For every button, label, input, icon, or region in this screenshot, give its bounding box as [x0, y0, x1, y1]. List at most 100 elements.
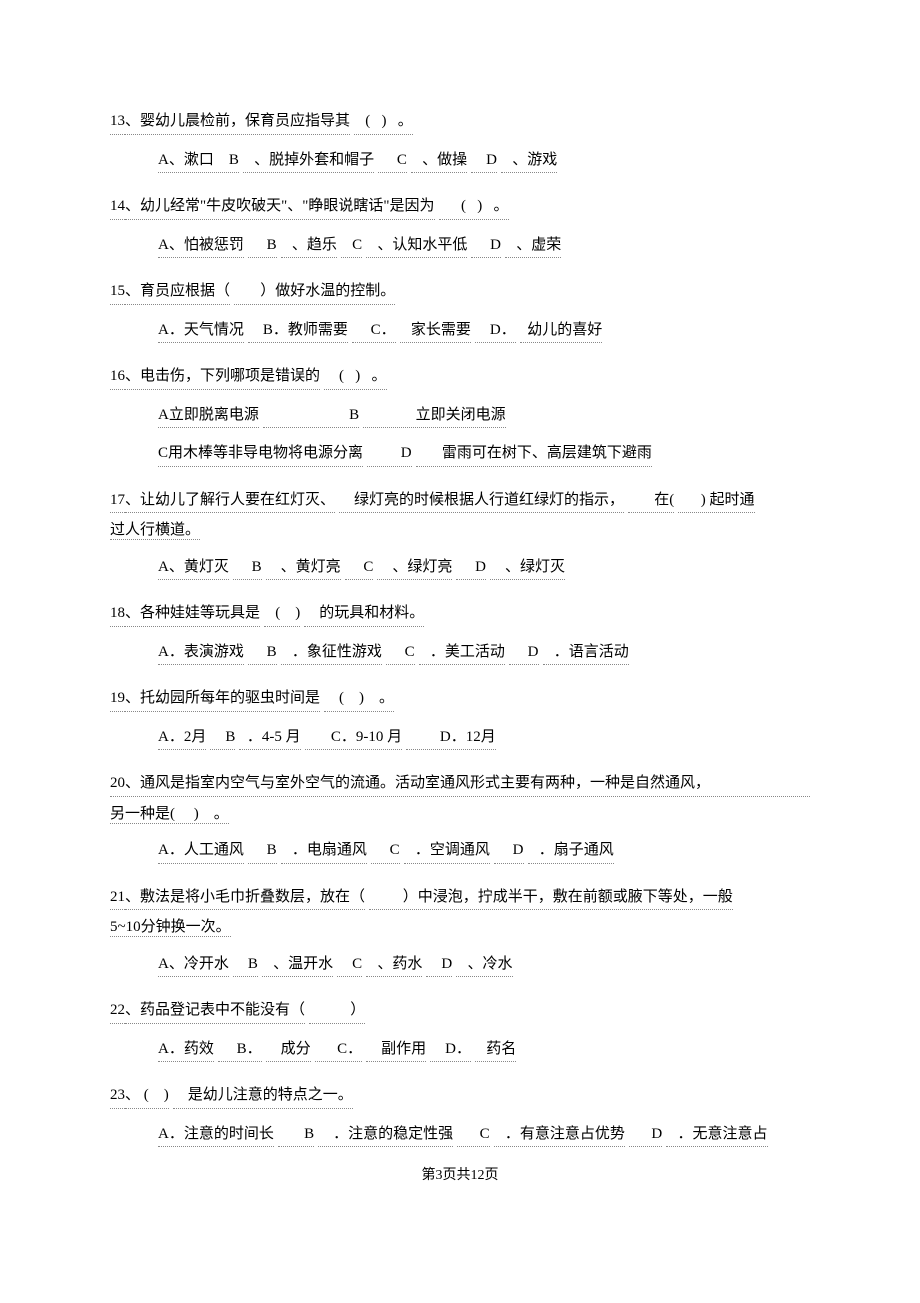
option-text: C — [378, 149, 407, 174]
stem-text: 是幼儿注意的特点之一。 — [173, 1084, 353, 1109]
question-stem: 14、幼儿经常"牛皮吹破天"、"睁眼说瞎话"是因为 ( ) 。 — [110, 195, 810, 220]
stem-text: ( ) — [264, 602, 300, 627]
option-text: ．象征性游戏 — [281, 641, 382, 666]
option-text: A立即脱离电源 — [158, 404, 259, 429]
stem-text: 另一种是( ) 。 — [110, 806, 229, 824]
question-stem-line2: 另一种是( ) 。 — [110, 803, 810, 826]
option-text: B — [263, 404, 359, 429]
option-text: C — [341, 234, 362, 259]
option-text: 副作用 — [366, 1038, 426, 1063]
option-text: B — [233, 953, 258, 978]
option-text: A、漱口 B — [158, 149, 239, 174]
stem-text: 19 — [110, 687, 125, 712]
option-text: B — [248, 839, 277, 864]
option-text: 幼儿的喜好 — [520, 319, 603, 344]
option-text: B — [210, 726, 235, 751]
option-text: 家长需要 — [400, 319, 471, 344]
question-23: 23、 ( ) 是幼儿注意的特点之一。 A．注意的时间长 B ．注意的稳定性强 … — [110, 1084, 810, 1147]
option-text: D — [509, 641, 539, 666]
question-options: A．表演游戏 B ．象征性游戏 C ．美工活动 D ．语言活动 — [110, 641, 810, 666]
question-stem: 17、让幼儿了解行人要在红灯灭、 绿灯亮的时候根据人行道红绿灯的指示， 在( )… — [110, 489, 810, 514]
question-13: 13、婴幼儿晨检前，保育员应指导其 ( ) 。 A、漱口 B 、脱掉外套和帽子 … — [110, 110, 810, 173]
option-text: A．表演游戏 — [158, 641, 244, 666]
question-stem-line2: 过人行横道。 — [110, 519, 810, 542]
question-21: 21、敷法是将小毛巾折叠数层，放在（ ）中浸泡，拧成半干，敷在前额或腋下等处，一… — [110, 886, 810, 978]
option-text: B． — [218, 1038, 262, 1063]
option-text: ．电扇通风 — [281, 839, 367, 864]
option-text: ．无意注意占 — [666, 1123, 767, 1148]
option-text: 、做操 — [411, 149, 467, 174]
option-text: C — [457, 1123, 490, 1148]
stem-text: 22 — [110, 999, 125, 1024]
question-stem: 19、托幼园所每年的驱虫时间是 ( ) 。 — [110, 687, 810, 712]
stem-text: 绿灯亮的时候根据人行道红绿灯的指示， — [339, 489, 624, 514]
question-options: A．天气情况 B．教师需要 C． 家长需要 D． 幼儿的喜好 — [110, 319, 810, 344]
question-stem: 22、药品登记表中不能没有（ ） — [110, 999, 810, 1024]
stem-text: 23 — [110, 1084, 125, 1109]
stem-text: 21 — [110, 886, 125, 911]
option-text: D — [456, 556, 486, 581]
question-stem: 20、通风是指室内空气与室外空气的流通。活动室通风形式主要有两种，一种是自然通风… — [110, 772, 810, 797]
question-16: 16、电击伤，下列哪项是错误的 ( ) 。 A立即脱离电源 B 立即关闭电源 C… — [110, 365, 810, 467]
option-text: C — [371, 839, 400, 864]
stem-text: 、育员应根据（ — [125, 280, 230, 305]
stem-text: 、电击伤，下列哪项是错误的 — [125, 365, 320, 390]
question-options: A．药效 B． 成分 C． 副作用 D． 药名 — [110, 1038, 810, 1063]
option-text: ．注意的稳定性强 — [318, 1123, 453, 1148]
question-options: A．注意的时间长 B ．注意的稳定性强 C ．有意注意占优势 D ．无意注意占 — [110, 1123, 810, 1148]
question-18: 18、各种娃娃等玩具是 ( ) 的玩具和材料。 A．表演游戏 B ．象征性游戏 … — [110, 602, 810, 665]
option-text: 、温开水 — [262, 953, 333, 978]
stem-text: ( ) 。 — [439, 195, 509, 220]
option-text: B — [248, 234, 277, 259]
option-text: A．药效 — [158, 1038, 214, 1063]
stem-text: 、药品登记表中不能没有（ — [125, 999, 305, 1024]
stem-text: ( ) 。 — [354, 110, 413, 135]
question-options: A、冷开水 B 、温开水 C 、药水 D 、冷水 — [110, 953, 810, 978]
option-text: ．空调通风 — [404, 839, 490, 864]
stem-text: 16 — [110, 365, 125, 390]
footer-total-pages: 12 — [471, 1168, 485, 1183]
stem-text: ( ) 。 — [324, 365, 387, 390]
stem-text: 20、通风是指室内空气与室外空气的流通。活动室通风形式主要有两种，一种是自然通风… — [110, 772, 810, 797]
option-text: 药名 — [475, 1038, 516, 1063]
question-17: 17、让幼儿了解行人要在红灯灭、 绿灯亮的时候根据人行道红绿灯的指示， 在( )… — [110, 489, 810, 581]
option-text: 、脱掉外套和帽子 — [243, 149, 374, 174]
question-options: A、黄灯灭 B 、黄灯亮 C 、绿灯亮 D 、绿灯灭 — [110, 556, 810, 581]
stem-text: 、托幼园所每年的驱虫时间是 — [125, 687, 320, 712]
stem-text: 14 — [110, 195, 125, 220]
option-text: 、游戏 — [501, 149, 557, 174]
option-text: ．语言活动 — [543, 641, 629, 666]
option-text: 立即关闭电源 — [363, 404, 506, 429]
option-text: 、冷水 — [456, 953, 512, 978]
stem-text: ）中浸泡，拧成半干，敷在前额或腋下等处，一般 — [369, 886, 733, 911]
question-stem: 15、育员应根据（ ）做好水温的控制。 — [110, 280, 810, 305]
option-text: D — [629, 1123, 662, 1148]
option-text: 成分 — [266, 1038, 311, 1063]
option-text: C — [345, 556, 374, 581]
option-text: D — [471, 234, 501, 259]
stem-text: 、让幼儿了解行人要在红灯灭、 — [125, 489, 335, 514]
question-15: 15、育员应根据（ ）做好水温的控制。 A．天气情况 B．教师需要 C． 家长需… — [110, 280, 810, 343]
option-text: B．教师需要 — [248, 319, 348, 344]
page-footer: 第3页共12页 — [110, 1165, 810, 1186]
option-text: A．天气情况 — [158, 319, 244, 344]
document-page: 13、婴幼儿晨检前，保育员应指导其 ( ) 。 A、漱口 B 、脱掉外套和帽子 … — [0, 0, 920, 1226]
option-text: C． — [352, 319, 396, 344]
stem-text: 13 — [110, 110, 125, 135]
option-text: A、冷开水 — [158, 953, 229, 978]
question-stem: 18、各种娃娃等玩具是 ( ) 的玩具和材料。 — [110, 602, 810, 627]
question-stem: 21、敷法是将小毛巾折叠数层，放在（ ）中浸泡，拧成半干，敷在前额或腋下等处，一… — [110, 886, 810, 911]
stem-text: ) 起时通 — [678, 489, 754, 514]
stem-text: 5~10分钟换一次。 — [110, 919, 231, 937]
option-text: B — [233, 556, 262, 581]
question-22: 22、药品登记表中不能没有（ ） A．药效 B． 成分 C． 副作用 D． 药名 — [110, 999, 810, 1062]
stem-text: 在( — [628, 489, 674, 514]
question-options-row2: C用木棒等非导电物将电源分离 D 雷雨可在树下、高层建筑下避雨 — [110, 442, 810, 467]
stem-text: 、敷法是将小毛巾折叠数层，放在（ — [125, 886, 365, 911]
option-text: B — [278, 1123, 314, 1148]
option-text: ．有意注意占优势 — [494, 1123, 625, 1148]
stem-text: 的玩具和材料。 — [304, 602, 424, 627]
option-text: C — [337, 953, 362, 978]
option-text: 雷雨可在树下、高层建筑下避雨 — [416, 442, 652, 467]
stem-text: ）做好水温的控制。 — [234, 280, 395, 305]
